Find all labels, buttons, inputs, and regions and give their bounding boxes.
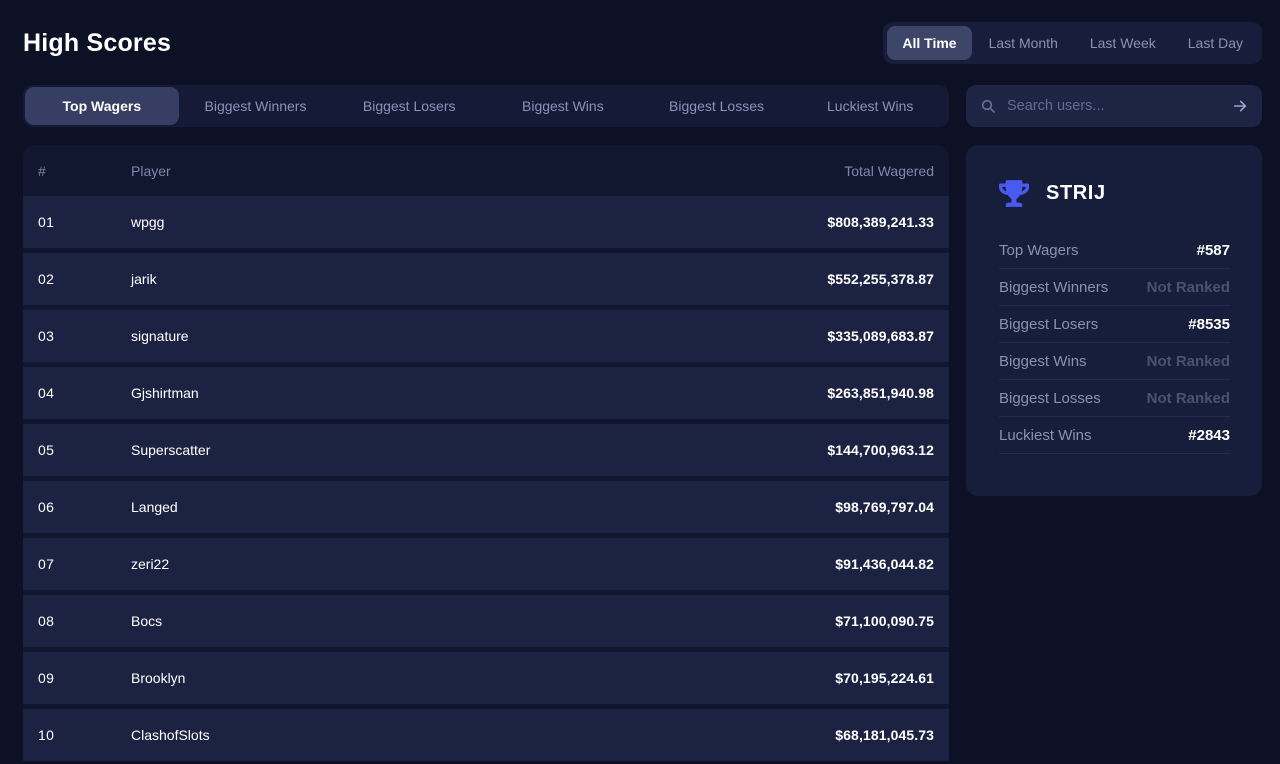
player-cell: jarik xyxy=(131,271,827,287)
time-filter-group: All Time Last Month Last Week Last Day xyxy=(883,22,1262,64)
tab-biggest-losses[interactable]: Biggest Losses xyxy=(640,87,794,125)
page-title: High Scores xyxy=(23,29,171,58)
player-cell: Gjshirtman xyxy=(131,385,827,401)
rank-cell: 06 xyxy=(38,499,131,515)
user-card-header: STRIJ xyxy=(999,177,1230,209)
time-filter-all-time[interactable]: All Time xyxy=(887,26,971,60)
tab-biggest-losers[interactable]: Biggest Losers xyxy=(332,87,486,125)
stat-row-top-wagers: Top Wagers #587 xyxy=(999,232,1230,269)
stat-label: Biggest Winners xyxy=(999,279,1108,296)
amount-cell: $70,195,224.61 xyxy=(835,670,934,686)
rank-cell: 02 xyxy=(38,271,131,287)
leaderboard-table: # Player Total Wagered 01 wpgg $808,389,… xyxy=(23,145,949,761)
player-cell: Bocs xyxy=(131,613,835,629)
time-filter-last-month[interactable]: Last Month xyxy=(974,26,1073,60)
content: # Player Total Wagered 01 wpgg $808,389,… xyxy=(0,127,1280,761)
stat-label: Biggest Losses xyxy=(999,390,1101,407)
tab-biggest-winners[interactable]: Biggest Winners xyxy=(179,87,333,125)
page-header: High Scores All Time Last Month Last Wee… xyxy=(0,0,1280,64)
time-filter-last-week[interactable]: Last Week xyxy=(1075,26,1171,60)
username: STRIJ xyxy=(1046,182,1106,205)
stat-value: Not Ranked xyxy=(1147,279,1230,296)
rank-cell: 05 xyxy=(38,442,131,458)
stat-label: Biggest Losers xyxy=(999,316,1098,333)
rank-cell: 01 xyxy=(38,214,131,230)
player-cell: ClashofSlots xyxy=(131,727,835,743)
amount-cell: $552,255,378.87 xyxy=(827,271,934,287)
player-cell: zeri22 xyxy=(131,556,835,572)
tab-luckiest-wins[interactable]: Luckiest Wins xyxy=(793,87,947,125)
player-cell: wpgg xyxy=(131,214,827,230)
table-row[interactable]: 03 signature $335,089,683.87 xyxy=(23,310,949,362)
stat-row-biggest-wins: Biggest Wins Not Ranked xyxy=(999,343,1230,380)
amount-cell: $98,769,797.04 xyxy=(835,499,934,515)
rank-cell: 07 xyxy=(38,556,131,572)
rank-cell: 09 xyxy=(38,670,131,686)
stat-row-biggest-losers: Biggest Losers #8535 xyxy=(999,306,1230,343)
rank-cell: 08 xyxy=(38,613,131,629)
amount-cell: $71,100,090.75 xyxy=(835,613,934,629)
rank-cell: 04 xyxy=(38,385,131,401)
stat-row-biggest-losses: Biggest Losses Not Ranked xyxy=(999,380,1230,417)
table-row[interactable]: 09 Brooklyn $70,195,224.61 xyxy=(23,652,949,704)
stat-label: Top Wagers xyxy=(999,242,1078,259)
toolbar: Top Wagers Biggest Winners Biggest Loser… xyxy=(0,64,1280,127)
table-row[interactable]: 07 zeri22 $91,436,044.82 xyxy=(23,538,949,590)
amount-cell: $91,436,044.82 xyxy=(835,556,934,572)
stat-value: #8535 xyxy=(1188,316,1230,333)
table-row[interactable]: 10 ClashofSlots $68,181,045.73 xyxy=(23,709,949,761)
search-submit-button[interactable] xyxy=(1232,98,1248,114)
rank-cell: 10 xyxy=(38,727,131,743)
table-header: # Player Total Wagered xyxy=(23,145,949,196)
stat-label: Biggest Wins xyxy=(999,353,1087,370)
stat-value: #2843 xyxy=(1188,427,1230,444)
search-icon xyxy=(980,98,996,114)
user-stats-list: Top Wagers #587 Biggest Winners Not Rank… xyxy=(999,232,1230,454)
stat-value: #587 xyxy=(1197,242,1230,259)
player-cell: Langed xyxy=(131,499,835,515)
column-header-player: Player xyxy=(131,163,844,179)
stat-value: Not Ranked xyxy=(1147,390,1230,407)
amount-cell: $263,851,940.98 xyxy=(827,385,934,401)
stat-value: Not Ranked xyxy=(1147,353,1230,370)
player-cell: signature xyxy=(131,328,827,344)
trophy-icon xyxy=(999,180,1029,207)
stat-row-biggest-winners: Biggest Winners Not Ranked xyxy=(999,269,1230,306)
amount-cell: $68,181,045.73 xyxy=(835,727,934,743)
table-row[interactable]: 06 Langed $98,769,797.04 xyxy=(23,481,949,533)
high-scores-page: High Scores All Time Last Month Last Wee… xyxy=(0,0,1280,764)
leaderboard-tab-bar: Top Wagers Biggest Winners Biggest Loser… xyxy=(23,85,949,127)
table-row[interactable]: 04 Gjshirtman $263,851,940.98 xyxy=(23,367,949,419)
table-row[interactable]: 08 Bocs $71,100,090.75 xyxy=(23,595,949,647)
column-header-total-wagered: Total Wagered xyxy=(844,163,934,179)
player-cell: Superscatter xyxy=(131,442,827,458)
amount-cell: $808,389,241.33 xyxy=(827,214,934,230)
amount-cell: $144,700,963.12 xyxy=(827,442,934,458)
tab-biggest-wins[interactable]: Biggest Wins xyxy=(486,87,640,125)
arrow-right-icon xyxy=(1232,98,1248,114)
stat-label: Luckiest Wins xyxy=(999,427,1092,444)
column-header-rank: # xyxy=(38,163,131,179)
tab-top-wagers[interactable]: Top Wagers xyxy=(25,87,179,125)
player-cell: Brooklyn xyxy=(131,670,835,686)
user-rank-card: STRIJ Top Wagers #587 Biggest Winners No… xyxy=(966,145,1262,496)
rank-cell: 03 xyxy=(38,328,131,344)
amount-cell: $335,089,683.87 xyxy=(827,328,934,344)
search-box xyxy=(966,85,1262,127)
stat-row-luckiest-wins: Luckiest Wins #2843 xyxy=(999,417,1230,454)
table-row[interactable]: 02 jarik $552,255,378.87 xyxy=(23,253,949,305)
search-input[interactable] xyxy=(1005,97,1223,115)
table-row[interactable]: 05 Superscatter $144,700,963.12 xyxy=(23,424,949,476)
time-filter-last-day[interactable]: Last Day xyxy=(1173,26,1258,60)
table-row[interactable]: 01 wpgg $808,389,241.33 xyxy=(23,196,949,248)
